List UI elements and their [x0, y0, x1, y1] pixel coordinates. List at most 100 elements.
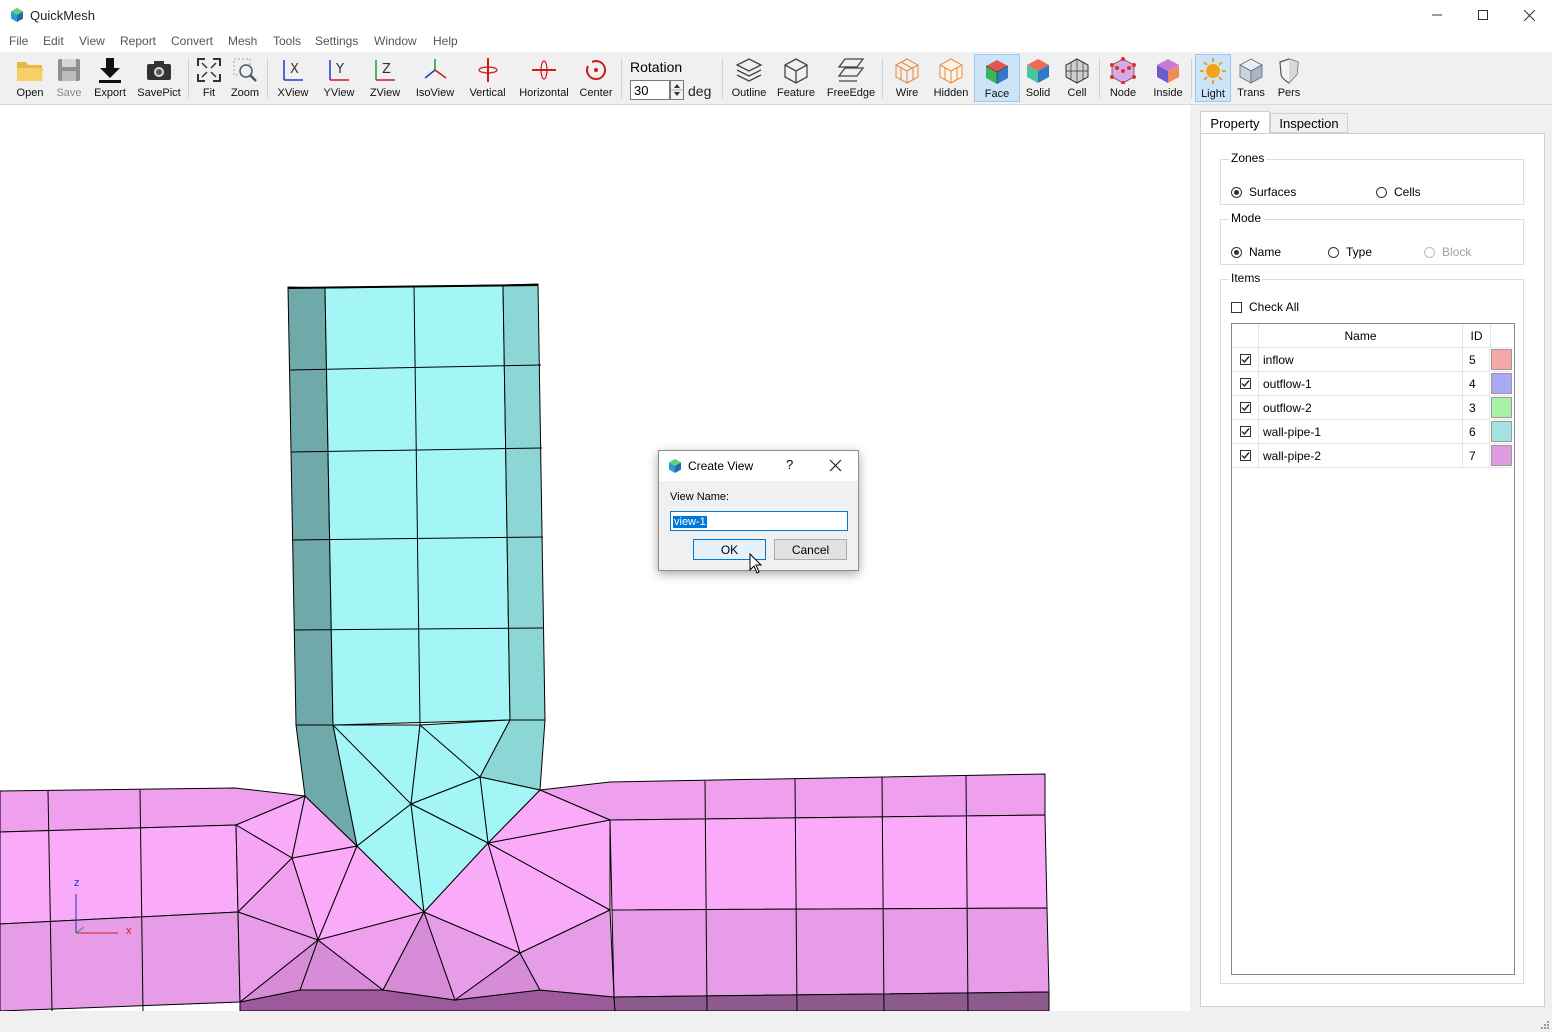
dialog-help-button[interactable]: ? — [786, 457, 793, 472]
table-row[interactable]: outflow-1 4 — [1232, 372, 1514, 396]
menu-edit[interactable]: Edit — [43, 34, 64, 48]
svg-text:Z: Z — [382, 62, 391, 77]
window-title: QuickMesh — [30, 8, 96, 23]
view-name-input[interactable]: view-1 — [670, 511, 848, 531]
row-checkbox[interactable] — [1232, 420, 1259, 443]
tab-inspection[interactable]: Inspection — [1270, 113, 1348, 133]
mesh-viewport[interactable]: z x — [0, 105, 1190, 1011]
isoview-button[interactable]: IsoView — [413, 54, 457, 102]
menu-report[interactable]: Report — [120, 34, 156, 48]
open-button[interactable]: Open — [10, 54, 50, 102]
menu-convert[interactable]: Convert — [171, 34, 213, 48]
zview-button[interactable]: Z ZView — [366, 54, 404, 102]
node-button[interactable]: Node — [1104, 54, 1142, 102]
table-row[interactable]: wall-pipe-2 7 — [1232, 444, 1514, 468]
zones-surfaces-radio[interactable]: Surfaces — [1231, 185, 1296, 199]
row-checkbox[interactable] — [1232, 444, 1259, 467]
yview-button[interactable]: Y YView — [320, 54, 358, 102]
toolbar-separator — [882, 58, 883, 98]
close-button[interactable] — [1506, 0, 1552, 30]
freeedge-button[interactable]: FreeEdge — [824, 54, 878, 102]
row-color-swatch[interactable] — [1491, 397, 1512, 418]
cell-button[interactable]: Cell — [1059, 54, 1095, 102]
perspective-shield-icon — [1279, 58, 1299, 84]
wall-pipe-2-mesh — [0, 773, 1050, 1011]
light-label: Light — [1201, 88, 1225, 100]
horizontal-rotate-icon — [532, 60, 556, 80]
row-color-swatch[interactable] — [1491, 349, 1512, 370]
quickmesh-logo-icon — [669, 459, 681, 473]
table-row[interactable]: outflow-2 3 — [1232, 396, 1514, 420]
radio-empty-icon — [1328, 246, 1339, 258]
feature-button[interactable]: Feature — [774, 54, 818, 102]
yview-label: YView — [323, 87, 355, 99]
vertical-rotate-icon — [477, 58, 498, 82]
row-name: outflow-1 — [1259, 372, 1463, 395]
savepict-button[interactable]: SavePict — [134, 54, 184, 102]
row-id: 4 — [1463, 372, 1490, 395]
outline-button[interactable]: Outline — [728, 54, 770, 102]
row-color-swatch[interactable] — [1491, 373, 1512, 394]
node-points-icon — [1110, 57, 1136, 84]
row-color-swatch[interactable] — [1491, 445, 1512, 466]
vertical-button[interactable]: Vertical — [465, 54, 510, 102]
row-color-swatch[interactable] — [1491, 421, 1512, 442]
tab-property[interactable]: Property — [1200, 111, 1270, 135]
fit-button[interactable]: Fit — [192, 54, 226, 102]
horizontal-button[interactable]: Horizontal — [516, 54, 572, 102]
check-all-checkbox[interactable]: Check All — [1231, 300, 1299, 314]
menu-mesh[interactable]: Mesh — [228, 34, 257, 48]
row-id: 3 — [1463, 396, 1490, 419]
outline-layers-icon — [735, 58, 763, 82]
menu-settings[interactable]: Settings — [315, 34, 358, 48]
pers-label: Pers — [1277, 87, 1301, 99]
inside-button[interactable]: Inside — [1148, 54, 1188, 102]
rotation-spinner[interactable] — [670, 80, 684, 100]
cancel-button[interactable]: Cancel — [774, 539, 847, 560]
menu-file[interactable]: File — [9, 34, 28, 48]
zoom-button[interactable]: Zoom — [228, 54, 262, 102]
zones-cells-radio[interactable]: Cells — [1376, 185, 1421, 199]
hidden-button[interactable]: Hidden — [930, 54, 972, 102]
menu-help[interactable]: Help — [433, 34, 458, 48]
solid-button[interactable]: Solid — [1020, 54, 1056, 102]
light-button[interactable]: Light — [1195, 54, 1231, 102]
trans-button[interactable]: Trans — [1233, 54, 1269, 102]
mode-name-radio[interactable]: Name — [1231, 245, 1281, 259]
inside-cube-icon — [1157, 59, 1179, 83]
check-all-label: Check All — [1249, 300, 1300, 314]
dialog-close-icon[interactable] — [829, 459, 842, 472]
table-row[interactable]: wall-pipe-1 6 — [1232, 420, 1514, 444]
dialog-title: Create View — [688, 459, 754, 473]
menu-window[interactable]: Window — [374, 34, 417, 48]
wire-button[interactable]: Wire — [888, 54, 926, 102]
mode-block-radio[interactable]: Block — [1424, 245, 1471, 259]
center-button[interactable]: Center — [576, 54, 616, 102]
mesh-model[interactable] — [0, 105, 1190, 1011]
minimize-button[interactable] — [1414, 0, 1460, 30]
xview-button[interactable]: X XView — [274, 54, 312, 102]
row-checkbox[interactable] — [1232, 348, 1259, 371]
open-folder-icon — [17, 62, 43, 81]
menu-tools[interactable]: Tools — [273, 34, 301, 48]
radio-empty-icon — [1424, 246, 1435, 258]
col-id-header[interactable]: ID — [1463, 324, 1491, 348]
row-checkbox[interactable] — [1232, 372, 1259, 395]
rotation-input[interactable] — [630, 80, 670, 100]
mode-type-radio[interactable]: Type — [1328, 245, 1372, 259]
col-name-header[interactable]: Name — [1259, 324, 1463, 348]
outline-label: Outline — [731, 87, 767, 99]
row-id: 6 — [1463, 420, 1490, 443]
zones-group: Zones Surfaces Cells — [1220, 151, 1524, 205]
maximize-button[interactable] — [1460, 0, 1506, 30]
toolbar-separator — [1099, 58, 1100, 98]
zones-surfaces-label: Surfaces — [1249, 185, 1297, 199]
face-button[interactable]: Face — [974, 54, 1020, 102]
table-row[interactable]: inflow 5 — [1232, 348, 1514, 372]
pers-button[interactable]: Pers — [1271, 54, 1307, 102]
save-button[interactable]: Save — [50, 54, 88, 102]
row-checkbox[interactable] — [1232, 396, 1259, 419]
menu-view[interactable]: View — [79, 34, 105, 48]
svg-text:Y: Y — [335, 62, 344, 77]
export-button[interactable]: Export — [89, 54, 131, 102]
